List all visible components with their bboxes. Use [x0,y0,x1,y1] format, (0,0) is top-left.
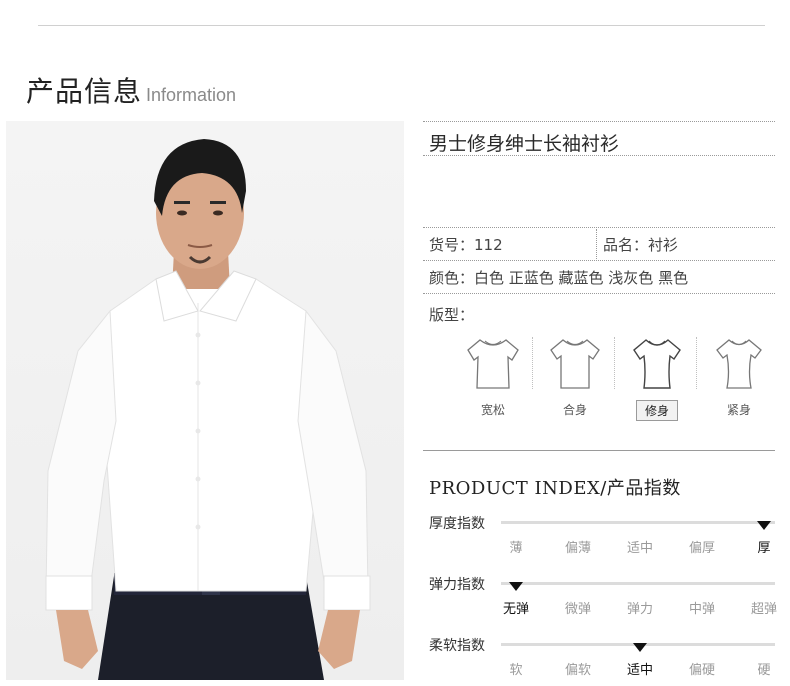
fit-option-tight[interactable]: 紧身 [699,336,779,419]
section-subtitle: Information [146,85,237,105]
dotted-divider [423,260,775,261]
fit-separator [614,337,615,389]
fit-option-regular[interactable]: 合身 [535,336,615,419]
product-index-title-en: PRODUCT INDEX [429,478,601,499]
index-level-label: 薄 [509,541,523,556]
model-illustration [45,139,371,680]
category-label: 品名：衬衫 [603,236,679,254]
spec-separator [596,229,597,259]
fit-separator [696,337,697,389]
index-track [501,582,775,585]
index-track [501,521,775,524]
fit-label-slim: 修身 [635,400,678,421]
index-marker [509,582,523,591]
product-name: 男士修身绅士长袖衬衫 [429,133,620,155]
index-level-label: 偏软 [564,663,591,678]
index-row: 弹力指数无弹 微弹 弹力 中弹 超弹 [423,574,783,634]
sku-label: 货号：112 [429,236,503,254]
slim-shirt-icon [633,339,681,389]
index-row: 柔软指数软 偏软 适中 偏硬 硬 [423,635,783,686]
index-level-label: 微弹 [564,602,591,617]
fit-separator [532,337,533,389]
index-level-label: 偏厚 [688,541,715,556]
index-level-label: 适中 [626,663,653,678]
index-level-label: 偏薄 [564,541,591,556]
dotted-divider [423,155,775,156]
fit-option-slim[interactable]: 修身 [617,336,697,421]
fit-label: 版型： [429,306,475,324]
index-row-label: 柔软指数 [429,638,485,654]
section-divider [423,450,775,451]
index-level-label: 中弹 [688,602,715,617]
product-photo [6,121,404,680]
index-level-label: 偏硬 [688,663,715,678]
top-divider [38,25,765,26]
index-level-label: 适中 [626,541,653,556]
fit-option-loose[interactable]: 宽松 [453,336,533,419]
index-row-label: 弹力指数 [429,577,485,593]
colors-label: 颜色：白色 正蓝色 藏蓝色 浅灰色 黑色 [429,269,689,287]
index-marker [633,643,647,652]
product-index-title-cn: /产品指数 [600,478,681,499]
dotted-divider [423,293,775,294]
section-header: 产品信息 Information [26,70,236,110]
regular-shirt-icon [550,339,600,389]
section-title: 产品信息 [26,75,143,108]
index-row: 厚度指数薄 偏薄 适中 偏厚 厚 [423,513,783,573]
index-row-label: 厚度指数 [429,516,485,532]
index-level-label: 无弹 [502,602,529,617]
tight-shirt-icon [716,339,762,389]
index-level-label: 厚 [757,541,771,556]
fit-label-loose: 宽松 [480,403,505,417]
fit-label-regular: 合身 [562,403,587,417]
loose-shirt-icon [467,339,519,389]
index-marker [757,521,771,530]
index-level-label: 硬 [757,663,771,678]
index-level-label: 弹力 [626,602,653,617]
dotted-divider [423,227,775,228]
index-level-label: 超弹 [750,602,777,617]
product-index-title: PRODUCT INDEX/产品指数 [429,474,681,500]
fit-label-tight: 紧身 [726,403,751,417]
index-level-label: 软 [509,663,523,678]
dotted-divider [423,121,775,122]
